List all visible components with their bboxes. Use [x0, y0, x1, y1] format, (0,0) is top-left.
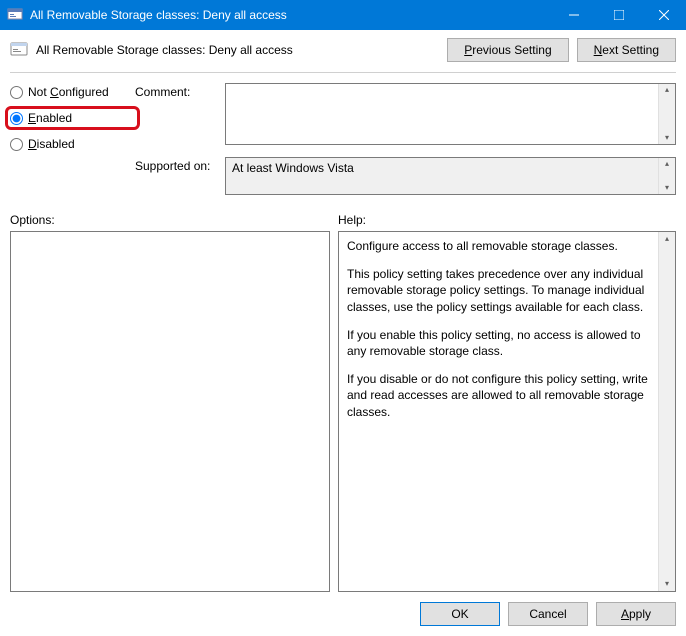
scroll-up-icon: ▴	[665, 84, 669, 96]
supported-on-box: At least Windows Vista ▴ ▾	[225, 157, 676, 195]
options-label: Options:	[10, 213, 338, 227]
header-row: All Removable Storage classes: Deny all …	[10, 38, 676, 62]
help-text: If you enable this policy setting, no ac…	[347, 327, 650, 359]
comment-input[interactable]: ▴ ▾	[225, 83, 676, 145]
cancel-button[interactable]: Cancel	[508, 602, 588, 626]
next-setting-button[interactable]: Next Setting	[577, 38, 676, 62]
radio-label: Not Configured	[28, 85, 109, 99]
radio-label: Enabled	[28, 111, 72, 125]
apply-button[interactable]: Apply	[596, 602, 676, 626]
help-text: Configure access to all removable storag…	[347, 238, 650, 254]
minimize-button[interactable]	[551, 0, 596, 30]
page-title: All Removable Storage classes: Deny all …	[36, 43, 439, 57]
window-controls	[551, 0, 686, 30]
supported-on-label: Supported on:	[135, 157, 225, 195]
scrollbar: ▴ ▾	[658, 158, 675, 194]
scroll-down-icon: ▾	[665, 132, 669, 144]
help-text: If you disable or do not configure this …	[347, 371, 650, 420]
scroll-down-icon: ▾	[665, 182, 669, 194]
radio-disabled-input[interactable]	[10, 138, 23, 151]
supported-on-value: At least Windows Vista	[226, 158, 658, 194]
scroll-up-icon: ▴	[665, 158, 669, 170]
separator	[10, 72, 676, 73]
radio-not-configured-input[interactable]	[10, 86, 23, 99]
radio-enabled-input[interactable]	[10, 112, 23, 125]
help-text: This policy setting takes precedence ove…	[347, 266, 650, 315]
options-panel	[10, 231, 330, 592]
comment-label: Comment:	[135, 83, 225, 145]
scroll-up-icon: ▴	[659, 232, 675, 246]
titlebar: All Removable Storage classes: Deny all …	[0, 0, 686, 30]
close-button[interactable]	[641, 0, 686, 30]
help-panel: Configure access to all removable storag…	[338, 231, 676, 592]
help-label: Help:	[338, 213, 676, 227]
help-content: Configure access to all removable storag…	[339, 232, 658, 591]
options-content	[11, 232, 329, 591]
radio-enabled[interactable]: Enabled	[10, 111, 135, 125]
scrollbar[interactable]: ▴ ▾	[658, 84, 675, 144]
comment-value	[226, 84, 658, 144]
policy-icon	[10, 41, 28, 59]
radio-label: Disabled	[28, 137, 75, 151]
ok-button[interactable]: OK	[420, 602, 500, 626]
maximize-button[interactable]	[596, 0, 641, 30]
scrollbar[interactable]: ▴ ▾	[658, 232, 675, 591]
app-icon	[7, 7, 23, 23]
radio-not-configured[interactable]: Not Configured	[10, 85, 135, 99]
scroll-down-icon: ▾	[659, 577, 675, 591]
previous-setting-button[interactable]: Previous Setting	[447, 38, 568, 62]
radio-disabled[interactable]: Disabled	[10, 137, 135, 151]
window-title: All Removable Storage classes: Deny all …	[30, 8, 551, 22]
